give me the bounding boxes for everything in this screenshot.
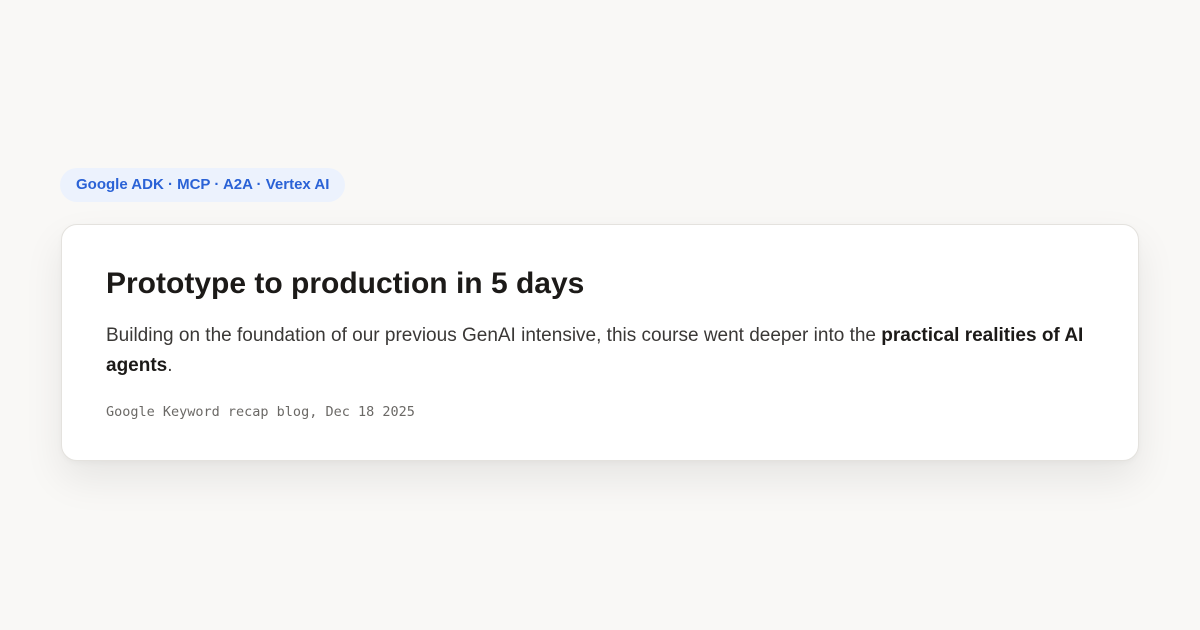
card-body: Building on the foundation of our previo… (106, 321, 1094, 381)
card-title: Prototype to production in 5 days (106, 267, 585, 300)
card-body-text: Building on the foundation of our previo… (106, 325, 882, 346)
quote-card: Prototype to production in 5 days Buildi… (61, 224, 1139, 461)
card-source-citation: Google Keyword recap blog, Dec 18 2025 (106, 404, 415, 420)
card-body-end: . (167, 355, 173, 376)
topic-tag-pill: Google ADK · MCP · A2A · Vertex AI (60, 168, 346, 202)
